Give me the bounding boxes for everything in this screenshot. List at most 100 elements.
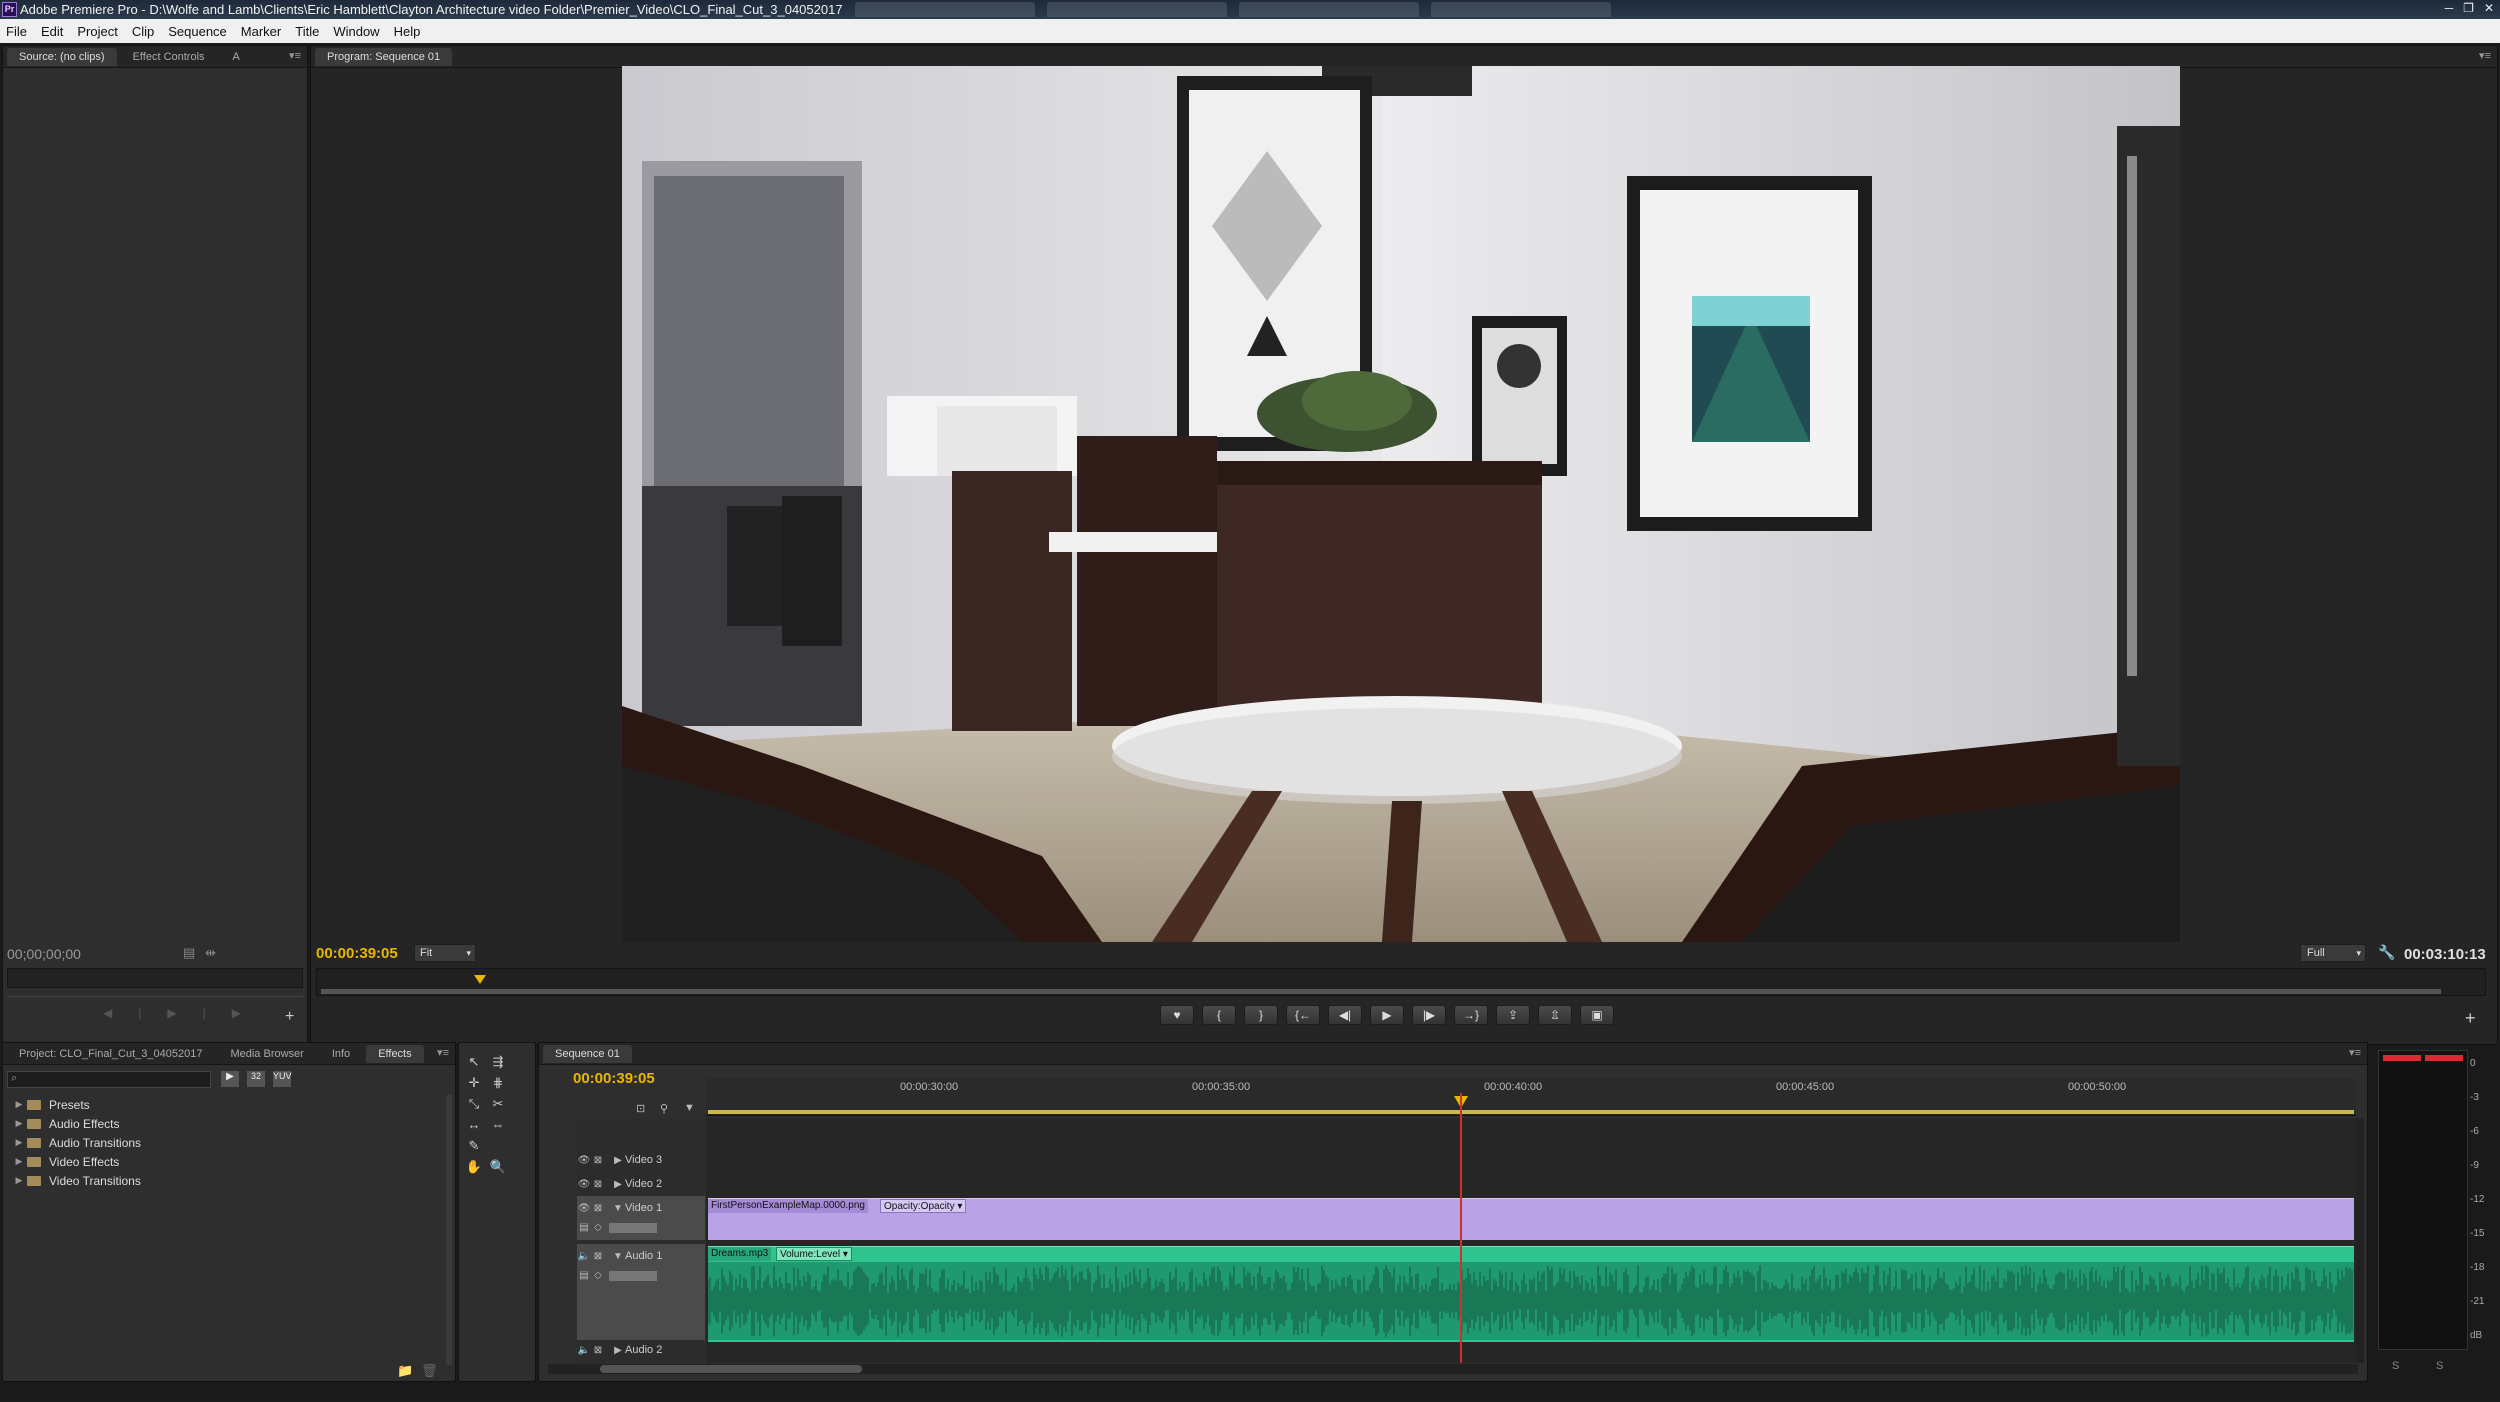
track-header-audio2[interactable]: 🔈 ⊠ ▶ Audio 2 <box>577 1344 705 1356</box>
track-header-video2[interactable]: 👁 ⊠ ▶ Video 2 <box>577 1178 705 1190</box>
video-clip[interactable]: FirstPersonExampleMap.0000.png Opacity:O… <box>708 1198 2354 1240</box>
snap-icon[interactable]: ⊡ <box>636 1102 645 1115</box>
video-effect-selector[interactable]: Opacity:Opacity ▾ <box>880 1199 967 1213</box>
keyframe-nav[interactable] <box>609 1222 657 1233</box>
new-bin-icon[interactable]: 📁 <box>397 1363 413 1379</box>
tab-effect-controls[interactable]: Effect Controls <box>121 48 217 66</box>
eye-icon[interactable]: 👁 <box>577 1203 591 1214</box>
background-tab[interactable] <box>1430 2 1611 17</box>
mark-in-button[interactable]: { <box>1202 1005 1236 1025</box>
tree-item-video-transitions[interactable]: ▶ Video Transitions <box>11 1171 441 1190</box>
go-to-out-button[interactable]: →} <box>1454 1005 1488 1025</box>
menu-clip[interactable]: Clip <box>132 24 154 39</box>
program-current-timecode[interactable]: 00:00:39:05 <box>316 945 398 962</box>
expand-icon[interactable]: ▶ <box>11 1156 27 1167</box>
play-button[interactable]: ▶ <box>1370 1005 1404 1025</box>
tab-program-sequence[interactable]: Program: Sequence 01 <box>315 47 453 66</box>
timeline-vertical-scrollbar[interactable] <box>2356 1118 2364 1363</box>
tree-item-audio-transitions[interactable]: ▶ Audio Transitions <box>11 1133 441 1152</box>
panel-menu-icon[interactable]: ▾≡ <box>2349 1046 2361 1059</box>
audio-effect-selector[interactable]: Volume:Level ▾ <box>776 1247 852 1261</box>
pen-tool-icon[interactable]: ✎ <box>465 1137 483 1155</box>
add-button-icon[interactable]: + <box>2465 1008 2476 1029</box>
speaker-icon[interactable]: 🔈 <box>577 1345 591 1356</box>
menu-marker[interactable]: Marker <box>241 24 281 39</box>
extract-button[interactable]: ⇫ <box>1538 1005 1572 1025</box>
settings-icon[interactable]: ▤ <box>183 945 195 961</box>
tree-item-video-effects[interactable]: ▶ Video Effects <box>11 1152 441 1171</box>
menu-sequence[interactable]: Sequence <box>168 24 227 39</box>
eye-icon[interactable]: 👁 <box>577 1155 591 1166</box>
add-marker-button[interactable]: ♥ <box>1160 1005 1194 1025</box>
program-zoom-bar[interactable] <box>321 989 2441 994</box>
export-frame-icon[interactable]: ⇹ <box>205 945 216 961</box>
restore-icon[interactable]: ❐ <box>2463 1 2474 15</box>
collapse-icon[interactable]: ▼ <box>611 1203 625 1214</box>
menu-help[interactable]: Help <box>394 24 421 39</box>
timeline-horizontal-scrollbar[interactable] <box>548 1364 2358 1374</box>
expand-icon[interactable]: ▶ <box>11 1118 27 1129</box>
zoom-tool-icon[interactable]: 🔍 <box>489 1158 507 1176</box>
lock-icon[interactable]: ⊠ <box>591 1203 605 1214</box>
tab-info[interactable]: Info <box>320 1045 362 1063</box>
lock-icon[interactable]: ⊠ <box>591 1251 605 1262</box>
panel-menu-icon[interactable]: ▾≡ <box>437 1046 449 1059</box>
panel-menu-icon[interactable]: ▾≡ <box>289 49 301 62</box>
expand-icon[interactable]: ▶ <box>611 1345 625 1356</box>
eye-icon[interactable]: 👁 <box>577 1179 591 1190</box>
32bit-effects-icon[interactable]: 32 <box>247 1071 265 1087</box>
rate-stretch-tool-icon[interactable]: ⤡ <box>465 1095 483 1113</box>
panel-menu-icon[interactable]: ▾≡ <box>2479 49 2491 62</box>
menu-file[interactable]: File <box>6 24 27 39</box>
step-forward-button[interactable]: |▶ <box>1412 1005 1446 1025</box>
background-tab[interactable] <box>1046 2 1227 17</box>
timeline-current-timecode[interactable]: 00:00:39:05 <box>573 1070 655 1087</box>
go-to-in-button[interactable]: {← <box>1286 1005 1320 1025</box>
hand-tool-icon[interactable]: ✋ <box>465 1158 483 1176</box>
track-header-video1[interactable]: 👁 ⊠ ▼ Video 1 <box>577 1202 705 1214</box>
expand-icon[interactable]: ▶ <box>611 1155 625 1166</box>
minimize-icon[interactable]: ─ <box>2445 1 2454 15</box>
slip-tool-icon[interactable]: ↔ <box>465 1116 483 1134</box>
add-button-icon[interactable]: + <box>285 1008 294 1026</box>
track-select-tool-icon[interactable]: ⇶ <box>489 1053 507 1071</box>
keyframe-icon[interactable]: ◇ <box>591 1222 605 1233</box>
track-header-audio1[interactable]: 🔈 ⊠ ▼ Audio 1 <box>577 1250 705 1262</box>
expand-icon[interactable]: ▶ <box>611 1179 625 1190</box>
marker-icon[interactable]: ⚲ <box>660 1102 668 1115</box>
program-playhead[interactable] <box>473 975 486 984</box>
menu-project[interactable]: Project <box>77 24 117 39</box>
collapse-icon[interactable]: ▼ <box>611 1251 625 1262</box>
mark-out-button[interactable]: } <box>1244 1005 1278 1025</box>
export-frame-button[interactable]: ▣ <box>1580 1005 1614 1025</box>
accelerated-effects-icon[interactable]: ▶ <box>221 1071 239 1087</box>
selection-tool-icon[interactable]: ↖ <box>465 1053 483 1071</box>
tab-media-browser[interactable]: Media Browser <box>218 1045 315 1063</box>
zoom-fit-select[interactable]: Fit ▾ <box>414 944 476 962</box>
yuv-effects-icon[interactable]: YUV <box>273 1071 292 1087</box>
close-icon[interactable]: ✕ <box>2484 1 2494 15</box>
ripple-edit-tool-icon[interactable]: ✛ <box>465 1074 483 1092</box>
display-style-icon[interactable]: ▤ <box>577 1270 591 1281</box>
tree-item-presets[interactable]: ▶ Presets <box>11 1095 441 1114</box>
speaker-icon[interactable]: 🔈 <box>577 1251 591 1262</box>
rolling-edit-tool-icon[interactable]: ⋕ <box>489 1074 507 1092</box>
menu-edit[interactable]: Edit <box>41 24 63 39</box>
effects-scrollbar[interactable] <box>446 1095 452 1365</box>
lift-button[interactable]: ⇪ <box>1496 1005 1530 1025</box>
lock-icon[interactable]: ⊠ <box>591 1155 605 1166</box>
solo-left-icon[interactable]: S <box>2392 1360 2399 1372</box>
tab-sequence-01[interactable]: Sequence 01 <box>543 1044 632 1063</box>
slide-tool-icon[interactable]: ⇔ <box>489 1116 507 1134</box>
menu-title[interactable]: Title <box>295 24 319 39</box>
work-area-bar[interactable] <box>708 1110 2354 1114</box>
expand-icon[interactable]: ▶ <box>11 1175 27 1186</box>
razor-tool-icon[interactable]: ✂ <box>489 1095 507 1113</box>
expand-icon[interactable]: ▶ <box>11 1099 27 1110</box>
keyframe-nav[interactable] <box>609 1270 657 1281</box>
keyframe-icon[interactable]: ◇ <box>591 1270 605 1281</box>
lock-icon[interactable]: ⊠ <box>591 1179 605 1190</box>
source-time-ruler[interactable] <box>7 968 303 988</box>
tab-effects[interactable]: Effects <box>366 1044 424 1063</box>
add-marker-icon[interactable]: ▼ <box>684 1102 695 1114</box>
